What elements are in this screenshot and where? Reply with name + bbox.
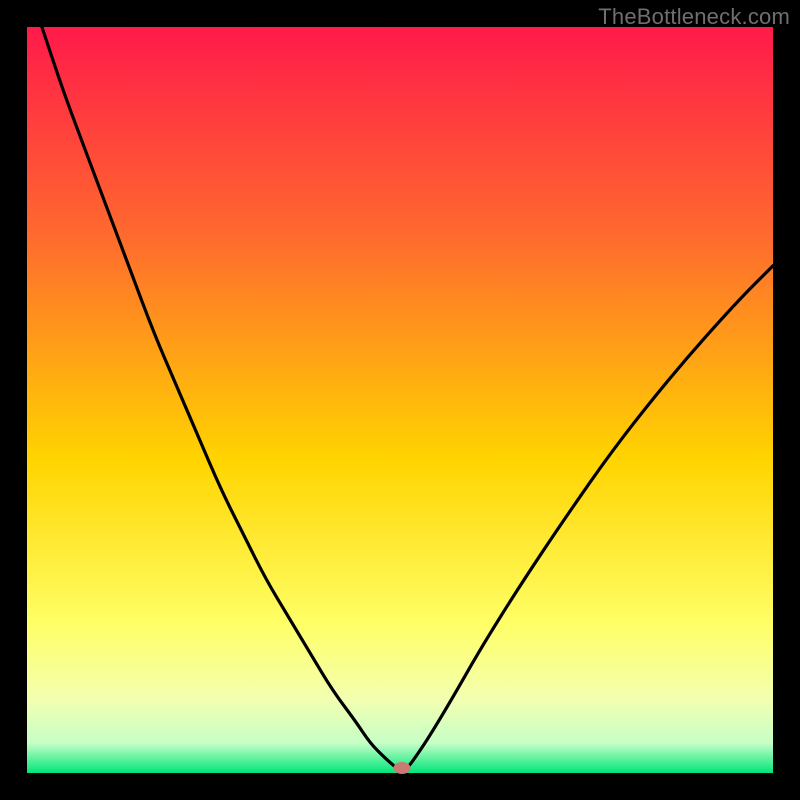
- attribution-label: TheBottleneck.com: [598, 4, 790, 30]
- chart-stage: TheBottleneck.com: [0, 0, 800, 800]
- bottleneck-chart: [0, 0, 800, 800]
- optimum-marker: [394, 763, 410, 774]
- plot-background: [27, 27, 773, 773]
